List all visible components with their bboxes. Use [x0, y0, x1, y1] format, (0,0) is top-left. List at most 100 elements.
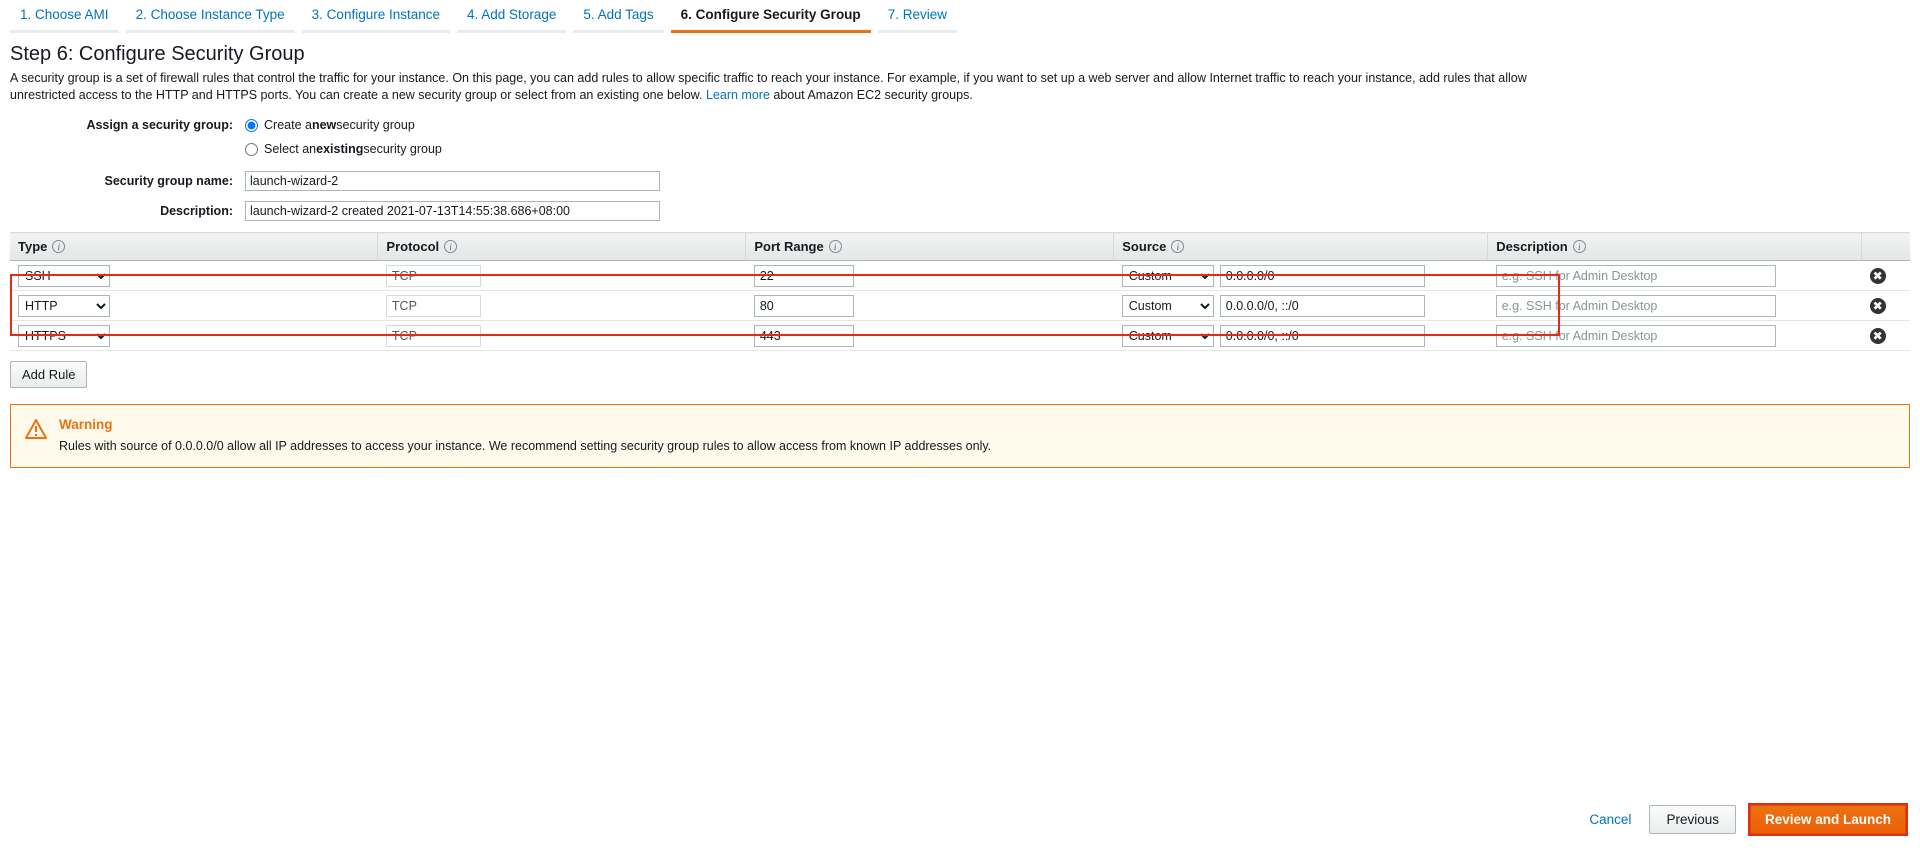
table-row: HTTP Custom	[10, 290, 1910, 321]
rule-port-cell-1	[745, 260, 1114, 291]
wizard-tab-review[interactable]: 7. Review	[877, 3, 957, 33]
rules-table-head: Type i Protocol i Port Range i Source i Desc…	[10, 232, 1910, 261]
rule-delete-cell-2: ✖	[1861, 290, 1910, 321]
previous-button[interactable]: Previous	[1649, 805, 1736, 834]
warning-body: Rules with source of 0.0.0.0/0 allow all…	[59, 439, 992, 453]
delete-rule-icon[interactable]: ✖	[1869, 327, 1886, 344]
ec2-launch-wizard-page: 1. Choose AMI 2. Choose Instance Type 3.…	[0, 0, 1920, 858]
warning-panel: Warning Rules with source of 0.0.0.0/0 a…	[10, 404, 1910, 468]
security-group-name-row: Security group name:	[0, 168, 1920, 194]
add-rule-button[interactable]: Add Rule	[10, 361, 88, 388]
delete-rule-icon[interactable]: ✖	[1869, 297, 1886, 314]
radio-create-new-input[interactable]	[245, 118, 258, 132]
page-description-part2: about Amazon EC2 security groups.	[769, 88, 973, 102]
port-range-info-icon[interactable]: i	[828, 240, 842, 253]
rule-port-input-1[interactable]	[753, 264, 854, 287]
security-group-name-input[interactable]	[245, 171, 660, 191]
rule-source-input-1[interactable]	[1219, 264, 1425, 287]
wizard-tab-choose-ami[interactable]: 1. Choose AMI	[10, 3, 119, 33]
rule-description-cell-2	[1487, 290, 1862, 321]
rule-protocol-cell-1	[377, 260, 746, 291]
rule-source-select-3[interactable]: Custom	[1121, 324, 1214, 347]
type-info-icon[interactable]: i	[52, 240, 66, 253]
description-info-icon[interactable]: i	[1572, 240, 1586, 253]
rule-source-input-3[interactable]	[1219, 324, 1425, 347]
rule-protocol-input-1	[385, 264, 481, 287]
rule-delete-cell-1: ✖	[1861, 260, 1910, 291]
select-existing-security-group-row: Select an existing security group	[0, 138, 1920, 160]
security-group-description-label: Description:	[160, 204, 233, 218]
rule-source-select-2[interactable]: Custom	[1121, 294, 1214, 317]
rule-delete-cell-3: ✖	[1861, 320, 1910, 351]
rules-table-body: SSH Custom	[10, 260, 1910, 351]
column-header-type: Type i	[10, 232, 379, 261]
rule-port-cell-3	[745, 320, 1114, 351]
learn-more-link[interactable]: Learn more	[706, 88, 770, 102]
rule-port-input-2[interactable]	[753, 294, 854, 317]
rules-table-header-row: Type i Protocol i Port Range i Source i Desc…	[10, 232, 1910, 261]
warning-title: Warning	[59, 417, 113, 432]
radio-create-new-text-bold: new	[311, 118, 337, 132]
rule-source-select-1[interactable]: Custom	[1121, 264, 1214, 287]
column-header-delete	[1861, 232, 1910, 261]
radio-select-existing-security-group[interactable]: Select an existing security group	[245, 142, 442, 156]
delete-rule-icon[interactable]: ✖	[1869, 267, 1886, 284]
assign-security-group-label: Assign a security group:	[86, 118, 233, 132]
wizard-tab-configure-security-group: 6. Configure Security Group	[670, 3, 871, 33]
warning-content: Warning Rules with source of 0.0.0.0/0 a…	[59, 417, 991, 455]
radio-select-existing-input[interactable]	[245, 142, 258, 156]
rule-port-cell-2	[745, 290, 1114, 321]
column-header-port-range-label: Port Range	[754, 239, 824, 254]
column-header-source-label: Source	[1122, 239, 1167, 254]
rule-type-select-1[interactable]: SSH	[18, 264, 110, 287]
wizard-tab-configure-instance[interactable]: 3. Configure Instance	[301, 3, 451, 33]
rule-protocol-cell-2	[377, 290, 746, 321]
rule-type-select-2[interactable]: HTTP	[18, 294, 110, 317]
security-group-description-input[interactable]	[245, 201, 660, 221]
page-description: A security group is a set of firewall ru…	[10, 70, 1555, 104]
review-and-launch-highlight: Review and Launch	[1747, 803, 1908, 836]
column-header-description-label: Description	[1496, 239, 1568, 254]
rule-protocol-input-2	[385, 294, 481, 317]
cancel-button[interactable]: Cancel	[1583, 808, 1637, 831]
rule-port-input-3[interactable]	[753, 324, 854, 347]
security-group-description-row: Description:	[0, 198, 1920, 224]
column-header-protocol-label: Protocol	[386, 239, 440, 254]
rule-protocol-input-3	[385, 324, 481, 347]
security-group-rules-table: Type i Protocol i Port Range i Source i Desc…	[10, 232, 1910, 351]
warning-triangle-icon	[25, 419, 47, 439]
radio-select-existing-text-bold: existing	[316, 142, 364, 156]
security-group-rules-section: Type i Protocol i Port Range i Source i Desc…	[10, 232, 1910, 351]
rule-source-cell-3: Custom	[1113, 320, 1488, 351]
rule-type-cell-1: SSH	[10, 260, 378, 291]
review-and-launch-button[interactable]: Review and Launch	[1749, 805, 1906, 834]
wizard-tab-add-tags[interactable]: 5. Add Tags	[573, 3, 664, 33]
rule-description-input-2[interactable]	[1495, 294, 1776, 317]
rule-source-cell-2: Custom	[1113, 290, 1488, 321]
wizard-tab-bar: 1. Choose AMI 2. Choose Instance Type 3.…	[0, 0, 1920, 34]
rule-source-cell-1: Custom	[1113, 260, 1488, 291]
rule-description-input-1[interactable]	[1495, 264, 1776, 287]
column-header-source: Source i	[1113, 232, 1489, 261]
protocol-info-icon[interactable]: i	[444, 240, 458, 253]
security-group-form: Assign a security group: Create a new se…	[0, 114, 1920, 224]
wizard-tab-add-storage[interactable]: 4. Add Storage	[457, 3, 567, 33]
rule-description-cell-1	[1487, 260, 1862, 291]
page-title: Step 6: Configure Security Group	[10, 43, 305, 65]
security-group-name-label: Security group name:	[104, 174, 234, 188]
table-row: HTTPS Custom	[10, 320, 1910, 351]
assign-security-group-row: Assign a security group: Create a new se…	[0, 114, 1920, 136]
radio-select-existing-text-post: security group	[363, 142, 442, 156]
rule-type-select-3[interactable]: HTTPS	[18, 324, 110, 347]
rule-type-cell-3: HTTPS	[10, 320, 378, 351]
wizard-tab-choose-instance-type[interactable]: 2. Choose Instance Type	[125, 3, 295, 33]
rule-description-input-3[interactable]	[1495, 324, 1776, 347]
rule-source-input-2[interactable]	[1219, 294, 1425, 317]
rule-protocol-cell-3	[377, 320, 746, 351]
radio-select-existing-text-pre: Select an	[264, 142, 317, 156]
radio-create-new-text-post: security group	[336, 118, 415, 132]
table-row: SSH Custom	[10, 260, 1910, 291]
source-info-icon[interactable]: i	[1171, 240, 1185, 253]
column-header-port-range: Port Range i	[745, 232, 1115, 261]
radio-create-new-security-group[interactable]: Create a new security group	[245, 118, 415, 132]
